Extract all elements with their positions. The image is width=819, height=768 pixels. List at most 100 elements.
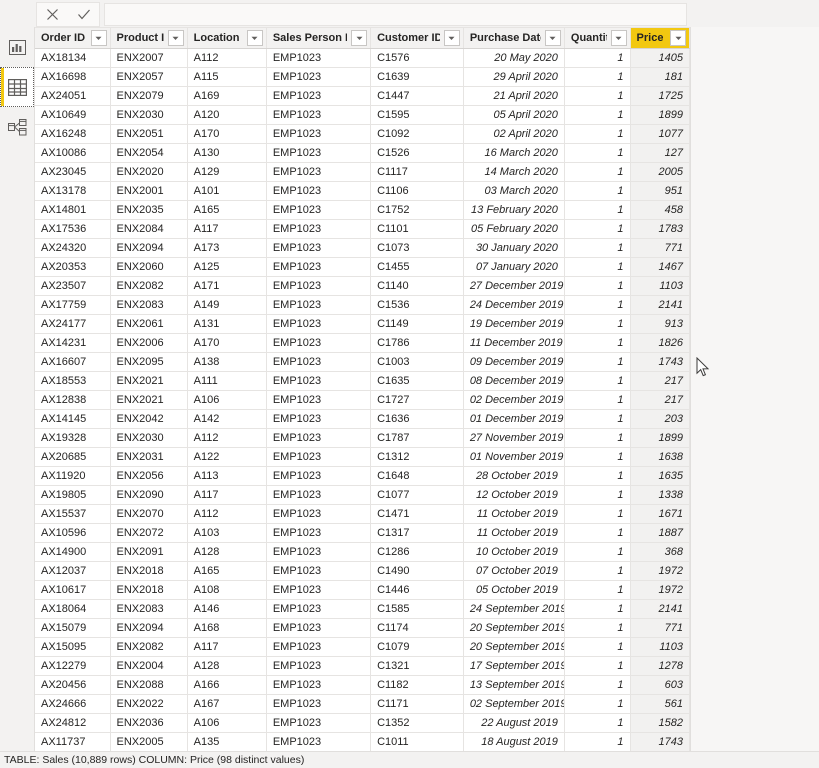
cell-location_id[interactable]: A166	[187, 675, 267, 695]
cell-price[interactable]: 1743	[630, 352, 690, 372]
table-row[interactable]: AX10649 ENX2030 A120 EMP1023 C1595 05 April 2…	[35, 105, 690, 125]
cell-sales_person_id[interactable]: EMP1023	[266, 162, 372, 182]
cell-customer_id[interactable]: C1106	[370, 181, 464, 201]
cell-order_id[interactable]: AX15537	[35, 504, 111, 524]
cell-product_id[interactable]: ENX2007	[110, 48, 188, 68]
table-row[interactable]: AX18553 ENX2021 A111 EMP1023 C1635 08 Decembe…	[35, 371, 690, 391]
cell-customer_id[interactable]: C1117	[370, 162, 464, 182]
cell-price[interactable]: 127	[630, 143, 690, 163]
cell-price[interactable]: 1783	[630, 219, 690, 239]
cell-product_id[interactable]: ENX2083	[110, 599, 188, 619]
cell-product_id[interactable]: ENX2084	[110, 219, 188, 239]
cell-purchase_date[interactable]: 02 September 2019	[463, 694, 565, 714]
cell-order_id[interactable]: AX24666	[35, 694, 111, 714]
cell-customer_id[interactable]: C1077	[370, 485, 464, 505]
table-row[interactable]: AX24812 ENX2036 A106 EMP1023 C1352 22 August …	[35, 713, 690, 733]
cell-customer_id[interactable]: C1595	[370, 105, 464, 125]
cell-product_id[interactable]: ENX2004	[110, 656, 188, 676]
cell-purchase_date[interactable]: 20 May 2020	[463, 48, 565, 68]
cell-quantity[interactable]: 1	[564, 219, 631, 239]
cell-order_id[interactable]: AX16698	[35, 67, 111, 87]
cell-sales_person_id[interactable]: EMP1023	[266, 694, 372, 714]
table-row[interactable]: AX18064 ENX2083 A146 EMP1023 C1585 24 Septemb…	[35, 599, 690, 619]
table-row[interactable]: AX13178 ENX2001 A101 EMP1023 C1106 03 March 2…	[35, 181, 690, 201]
cell-quantity[interactable]: 1	[564, 542, 631, 562]
cell-sales_person_id[interactable]: EMP1023	[266, 238, 372, 258]
table-row[interactable]: AX24177 ENX2061 A131 EMP1023 C1149 19 Decembe…	[35, 314, 690, 334]
table-row[interactable]: AX20456 ENX2088 A166 EMP1023 C1182 13 Septemb…	[35, 675, 690, 695]
cell-price[interactable]: 1467	[630, 257, 690, 277]
cell-customer_id[interactable]: C1321	[370, 656, 464, 676]
cell-location_id[interactable]: A138	[187, 352, 267, 372]
cell-quantity[interactable]: 1	[564, 675, 631, 695]
cell-price[interactable]: 1077	[630, 124, 690, 144]
table-row[interactable]: AX20685 ENX2031 A122 EMP1023 C1312 01 Novembe…	[35, 447, 690, 467]
cell-quantity[interactable]: 1	[564, 276, 631, 296]
cell-purchase_date[interactable]: 20 September 2019	[463, 618, 565, 638]
cell-product_id[interactable]: ENX2060	[110, 257, 188, 277]
cell-product_id[interactable]: ENX2094	[110, 618, 188, 638]
cell-sales_person_id[interactable]: EMP1023	[266, 447, 372, 467]
cell-sales_person_id[interactable]: EMP1023	[266, 181, 372, 201]
cell-order_id[interactable]: AX24812	[35, 713, 111, 733]
table-row[interactable]: AX14145 ENX2042 A142 EMP1023 C1636 01 Decembe…	[35, 409, 690, 429]
cell-product_id[interactable]: ENX2022	[110, 694, 188, 714]
cell-location_id[interactable]: A165	[187, 200, 267, 220]
cell-location_id[interactable]: A112	[187, 48, 267, 68]
cell-price[interactable]: 771	[630, 618, 690, 638]
data-grid-scroll-region[interactable]: Order ID Product ID Location ID Sales Perso…	[35, 27, 691, 751]
cell-price[interactable]: 217	[630, 371, 690, 391]
cell-quantity[interactable]: 1	[564, 238, 631, 258]
cell-quantity[interactable]: 1	[564, 637, 631, 657]
cell-purchase_date[interactable]: 24 December 2019	[463, 295, 565, 315]
cell-location_id[interactable]: A117	[187, 219, 267, 239]
cell-purchase_date[interactable]: 01 November 2019	[463, 447, 565, 467]
cell-order_id[interactable]: AX10086	[35, 143, 111, 163]
table-row[interactable]: AX16698 ENX2057 A115 EMP1023 C1639 29 April 2…	[35, 67, 690, 87]
cell-location_id[interactable]: A101	[187, 181, 267, 201]
cell-order_id[interactable]: AX12838	[35, 390, 111, 410]
cell-location_id[interactable]: A125	[187, 257, 267, 277]
cell-purchase_date[interactable]: 11 December 2019	[463, 333, 565, 353]
cell-sales_person_id[interactable]: EMP1023	[266, 599, 372, 619]
table-row[interactable]: AX10596 ENX2072 A103 EMP1023 C1317 11 October…	[35, 523, 690, 543]
cell-price[interactable]: 1899	[630, 105, 690, 125]
cell-sales_person_id[interactable]: EMP1023	[266, 428, 372, 448]
cell-purchase_date[interactable]: 30 January 2020	[463, 238, 565, 258]
cell-location_id[interactable]: A173	[187, 238, 267, 258]
column-filter-dropdown-sales_person_id[interactable]	[351, 30, 368, 46]
cell-order_id[interactable]: AX23045	[35, 162, 111, 182]
cell-customer_id[interactable]: C1576	[370, 48, 464, 68]
cell-location_id[interactable]: A170	[187, 333, 267, 353]
table-row[interactable]: AX15537 ENX2070 A112 EMP1023 C1471 11 October…	[35, 504, 690, 524]
table-row[interactable]: AX18134 ENX2007 A112 EMP1023 C1576 20 May 202…	[35, 48, 690, 68]
cell-sales_person_id[interactable]: EMP1023	[266, 713, 372, 733]
cell-sales_person_id[interactable]: EMP1023	[266, 390, 372, 410]
cell-location_id[interactable]: A130	[187, 143, 267, 163]
cell-purchase_date[interactable]: 05 October 2019	[463, 580, 565, 600]
cell-location_id[interactable]: A169	[187, 86, 267, 106]
table-row[interactable]: AX24320 ENX2094 A173 EMP1023 C1073 30 January…	[35, 238, 690, 258]
cell-quantity[interactable]: 1	[564, 599, 631, 619]
cell-sales_person_id[interactable]: EMP1023	[266, 371, 372, 391]
cell-purchase_date[interactable]: 07 October 2019	[463, 561, 565, 581]
cell-quantity[interactable]: 1	[564, 86, 631, 106]
cell-quantity[interactable]: 1	[564, 181, 631, 201]
cell-sales_person_id[interactable]: EMP1023	[266, 409, 372, 429]
cell-product_id[interactable]: ENX2072	[110, 523, 188, 543]
cell-price[interactable]: 913	[630, 314, 690, 334]
cell-sales_person_id[interactable]: EMP1023	[266, 504, 372, 524]
cell-order_id[interactable]: AX14900	[35, 542, 111, 562]
cell-product_id[interactable]: ENX2091	[110, 542, 188, 562]
cell-price[interactable]: 1338	[630, 485, 690, 505]
cell-sales_person_id[interactable]: EMP1023	[266, 352, 372, 372]
cell-price[interactable]: 1972	[630, 580, 690, 600]
cell-location_id[interactable]: A111	[187, 371, 267, 391]
table-row[interactable]: AX11920 ENX2056 A113 EMP1023 C1648 28 October…	[35, 466, 690, 486]
cell-order_id[interactable]: AX10617	[35, 580, 111, 600]
table-row[interactable]: AX19328 ENX2030 A112 EMP1023 C1787 27 Novembe…	[35, 428, 690, 448]
cell-quantity[interactable]: 1	[564, 295, 631, 315]
cell-location_id[interactable]: A128	[187, 656, 267, 676]
cell-product_id[interactable]: ENX2079	[110, 86, 188, 106]
cell-customer_id[interactable]: C1648	[370, 466, 464, 486]
